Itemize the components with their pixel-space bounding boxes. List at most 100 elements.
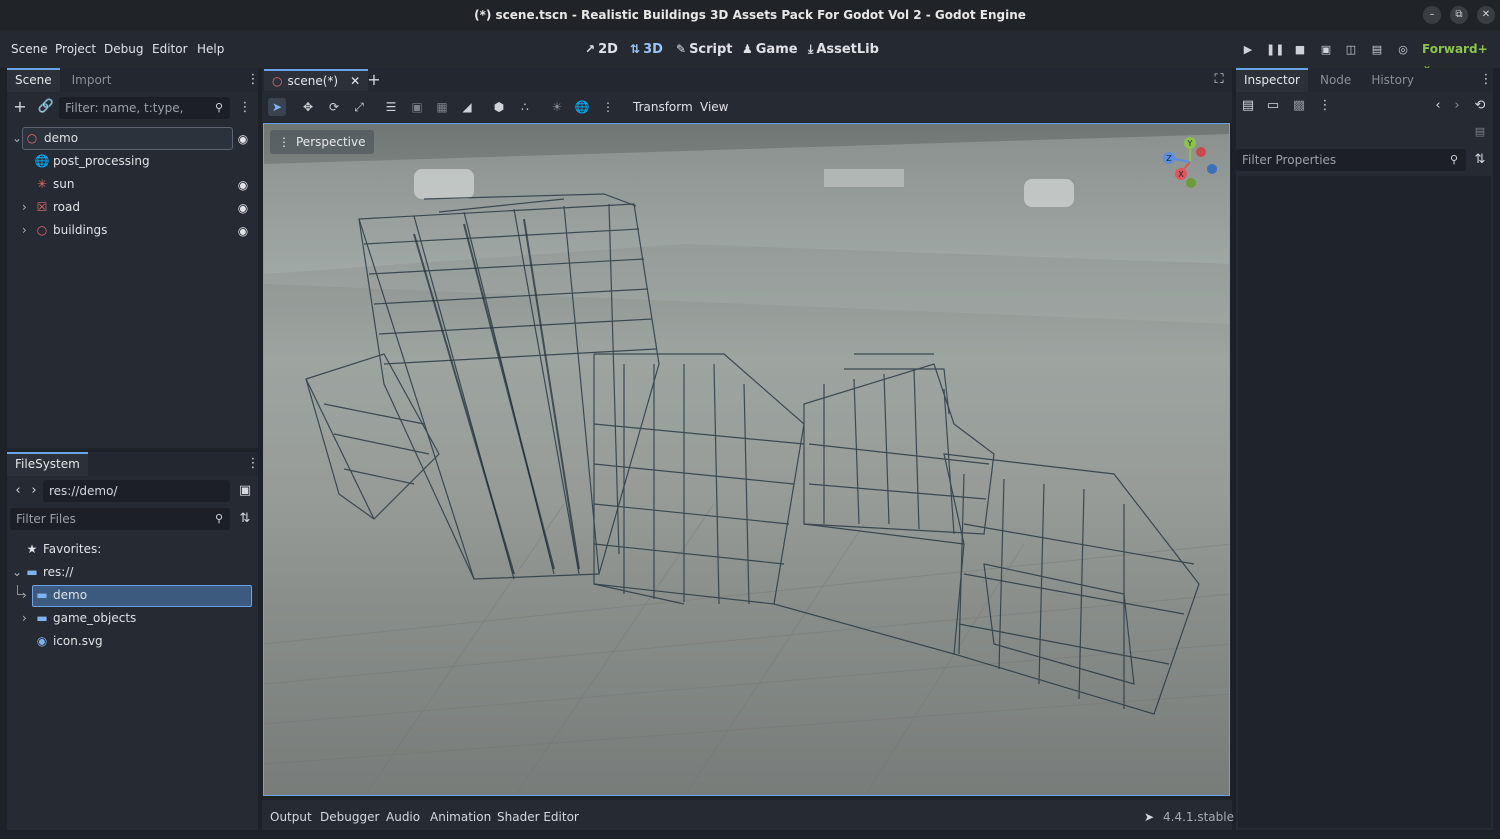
menu-debug[interactable]: Debug <box>104 41 143 57</box>
play-icon[interactable]: ▶ <box>1240 42 1256 58</box>
profiler-icon[interactable]: ◎ <box>1395 42 1411 58</box>
visibility-eye-icon[interactable]: ◉ <box>236 201 250 215</box>
chevron-right-icon[interactable]: › <box>22 219 34 241</box>
history-forward-icon[interactable]: › <box>1447 96 1467 116</box>
movie-icon[interactable]: ◫ <box>1343 42 1359 58</box>
split-view-icon[interactable]: ▣ <box>235 481 255 501</box>
distraction-free-icon[interactable]: ⛶ <box>1209 70 1229 90</box>
scene-instance-icon: ☒ <box>36 200 48 214</box>
scale-icon[interactable]: ⤢ <box>350 98 368 116</box>
3d-viewport[interactable]: ⋮ Perspective Y X Z <box>263 123 1230 796</box>
link-icon[interactable]: 🔗 <box>36 97 56 117</box>
local-space-icon[interactable]: ∴ <box>516 98 534 116</box>
minimize-icon[interactable]: – <box>1423 6 1441 24</box>
forward-icon[interactable]: › <box>24 481 44 501</box>
stop-icon[interactable]: ■ <box>1292 42 1308 58</box>
tree-node-buildings[interactable]: › ○ buildings <box>22 219 107 241</box>
tab-shader-editor[interactable]: Shader Editor <box>497 810 579 824</box>
orientation-gizmo[interactable]: Y X Z <box>1160 132 1220 192</box>
menu-scene[interactable]: Scene <box>11 41 48 57</box>
visibility-eye-icon[interactable]: ◉ <box>236 224 250 238</box>
ruler-icon[interactable]: ◢ <box>458 98 476 116</box>
version-label[interactable]: 4.4.1.stable <box>1163 810 1234 824</box>
sun-preview-icon[interactable]: ☀ <box>548 98 566 116</box>
tab-scene-file[interactable]: ○ scene(*) ✕ <box>264 69 369 91</box>
pause-icon[interactable]: ❚❚ <box>1266 42 1284 58</box>
restore-icon[interactable]: ⧉ <box>1450 6 1468 24</box>
lock-icon[interactable]: ▣ <box>408 98 426 116</box>
star-icon: ★ <box>26 542 38 556</box>
menu-project[interactable]: Project <box>55 41 96 57</box>
select-icon[interactable]: ➤ <box>268 98 286 116</box>
list-select-icon[interactable]: ☰ <box>382 98 400 116</box>
add-node-icon[interactable]: + <box>10 97 30 117</box>
tab-audio[interactable]: Audio <box>386 810 420 824</box>
mode-3d-button[interactable]: ⇅ 3D <box>630 40 663 58</box>
snap-icon[interactable]: ⬢ <box>490 98 508 116</box>
object-history-icon[interactable]: ⟲ <box>1470 96 1490 116</box>
fs-item-game-objects[interactable]: › ▬ game_objects <box>22 607 136 629</box>
tab-history[interactable]: History <box>1363 69 1422 91</box>
chevron-right-icon[interactable]: › <box>22 607 34 629</box>
history-back-icon[interactable]: ‹ <box>1428 96 1448 116</box>
mode-script-button[interactable]: ✎ Script <box>676 40 733 58</box>
dock-menu-icon[interactable]: ⋮ <box>243 70 263 90</box>
tree-node-road[interactable]: › ☒ road <box>22 196 80 218</box>
more-icon[interactable]: ⋮ <box>1315 96 1335 116</box>
new-resource-icon[interactable]: ▤ <box>1238 96 1258 116</box>
fs-item-res[interactable]: ⌄ ▬ res:// <box>12 561 73 583</box>
tab-node[interactable]: Node <box>1312 69 1359 91</box>
tab-inspector[interactable]: Inspector <box>1236 68 1308 92</box>
view-menu[interactable]: View <box>700 100 728 114</box>
tab-filesystem[interactable]: FileSystem <box>7 452 88 476</box>
inspector-property-list <box>1238 176 1491 828</box>
tree-node-sun[interactable]: ✳ sun <box>34 173 75 195</box>
visibility-eye-icon[interactable]: ◉ <box>236 132 250 146</box>
filter-files-input[interactable]: Filter Files <box>10 508 230 530</box>
environment-preview-icon[interactable]: 🌐 <box>573 98 591 116</box>
doc-icon[interactable]: ▤ <box>1470 122 1490 142</box>
mode-game-button[interactable]: ♟ Game <box>742 40 798 58</box>
add-tab-icon[interactable]: + <box>364 70 384 90</box>
filter-properties-input[interactable]: Filter Properties <box>1236 149 1466 171</box>
save-resource-icon[interactable]: ▩ <box>1289 96 1309 116</box>
group-icon[interactable]: ▦ <box>433 98 451 116</box>
open-resource-icon[interactable]: ▭ <box>1263 96 1283 116</box>
tree-node-post-processing[interactable]: 🌐 post_processing <box>34 150 150 172</box>
chevron-right-icon[interactable]: › <box>22 584 34 606</box>
tab-animation[interactable]: Animation <box>430 810 491 824</box>
transform-menu[interactable]: Transform <box>633 100 693 114</box>
tree-node-demo[interactable]: ⌄ ○ demo <box>12 127 78 149</box>
mode-assetlib-button[interactable]: ⤓ AssetLib <box>808 40 879 58</box>
visibility-eye-icon[interactable]: ◉ <box>236 178 250 192</box>
tab-scene[interactable]: Scene <box>7 68 60 92</box>
rotate-icon[interactable]: ⟳ <box>325 98 343 116</box>
search-icon: ⚲ <box>214 101 224 114</box>
menu-editor[interactable]: Editor <box>152 41 188 57</box>
sort-icon[interactable]: ⇅ <box>235 509 255 529</box>
tab-import[interactable]: Import <box>64 69 120 91</box>
close-icon[interactable]: ✕ <box>350 74 360 88</box>
move-icon[interactable]: ✥ <box>299 98 317 116</box>
dock-menu-icon[interactable]: ⋮ <box>243 454 263 474</box>
more-icon[interactable]: ⋮ <box>599 98 617 116</box>
tab-output[interactable]: Output <box>270 810 312 824</box>
fs-item-icon-svg[interactable]: ◉ icon.svg <box>34 630 103 652</box>
mode-2d-button[interactable]: ↗ 2D <box>585 40 618 58</box>
close-icon[interactable]: ✕ <box>1477 6 1495 24</box>
scene-filter-input[interactable]: Filter: name, t:type, g:group <box>59 97 230 137</box>
favorites-row[interactable]: ★ Favorites: <box>24 538 102 560</box>
update-spinner-icon[interactable]: ➤ <box>1144 810 1154 824</box>
clapper-icon[interactable]: ▤ <box>1369 42 1385 58</box>
chevron-right-icon[interactable]: › <box>22 196 34 218</box>
scene-options-icon[interactable]: ⋮ <box>235 98 255 118</box>
perspective-button[interactable]: ⋮ Perspective <box>270 130 374 154</box>
renderer-select[interactable]: Forward+ ⌄ <box>1422 41 1500 72</box>
dock-menu-icon[interactable]: ⋮ <box>1476 70 1496 90</box>
property-sort-icon[interactable]: ⇅ <box>1470 150 1490 170</box>
menu-help[interactable]: Help <box>197 41 224 57</box>
tab-debugger[interactable]: Debugger <box>320 810 379 824</box>
path-input[interactable]: res://demo/ <box>43 480 230 502</box>
remote-debug-icon[interactable]: ▣ <box>1318 42 1334 58</box>
fs-item-demo[interactable]: › ▬ demo <box>22 584 87 606</box>
